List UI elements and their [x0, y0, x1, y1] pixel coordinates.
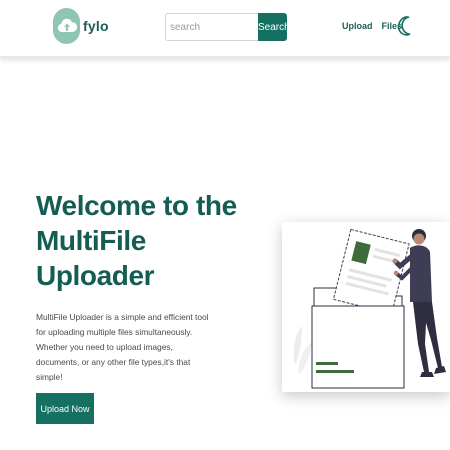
search-button[interactable]: Search	[258, 13, 290, 41]
upload-now-button[interactable]: Upload Now	[36, 393, 94, 424]
hero-illustration	[282, 222, 450, 392]
navbar: fylo Search Upload Files	[0, 0, 450, 57]
search-bar: Search	[165, 13, 290, 41]
brand-logo[interactable]: fylo	[53, 8, 109, 44]
nav-links: Upload Files	[342, 21, 402, 31]
cloud-upload-icon	[53, 8, 80, 44]
brand-name: fylo	[83, 18, 109, 34]
nav-link-upload[interactable]: Upload	[342, 21, 373, 31]
person-uploading-files-illustration	[293, 228, 446, 389]
hero-title: Welcome to the MultiFile Uploader	[36, 190, 237, 291]
search-input[interactable]	[165, 13, 258, 41]
hero-description: MultiFile Uploader is a simple and effic…	[36, 312, 209, 382]
moon-icon[interactable]	[397, 15, 411, 37]
